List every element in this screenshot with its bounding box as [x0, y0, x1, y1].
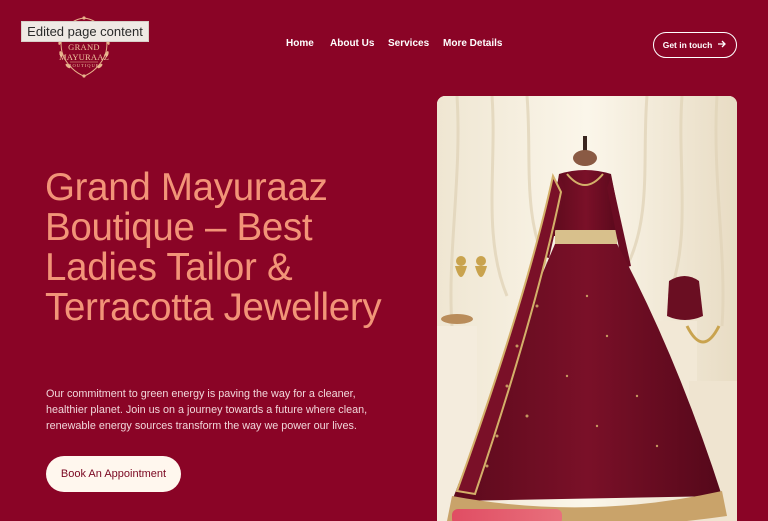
nav-home[interactable]: Home — [286, 38, 314, 49]
hero-title: Grand Mayuraaz Boutique – Best Ladies Ta… — [45, 166, 382, 329]
edited-content-badge: Edited page content — [21, 21, 149, 42]
arrow-right-icon — [718, 40, 727, 51]
nav-about-us[interactable]: About Us — [330, 38, 374, 49]
lehenga-product-image — [437, 96, 737, 521]
nav-more-details[interactable]: More Details — [443, 38, 502, 49]
logo-line-1: GRAND — [68, 42, 100, 52]
logo-line-2: MAYURAAZ — [59, 52, 109, 62]
get-in-touch-button[interactable]: Get in touch — [653, 32, 737, 58]
logo-line-3: BOUTIQUE — [68, 63, 100, 68]
hero-description: Our commitment to green energy is paving… — [46, 388, 368, 432]
get-in-touch-label: Get in touch — [662, 40, 713, 50]
floating-accent-bar — [452, 509, 562, 521]
page: Edited page content GRAND MAYURAAZ BOUTI… — [0, 0, 768, 521]
nav-services[interactable]: Services — [388, 38, 429, 49]
book-appointment-button[interactable]: Book An Appointment — [46, 456, 181, 492]
